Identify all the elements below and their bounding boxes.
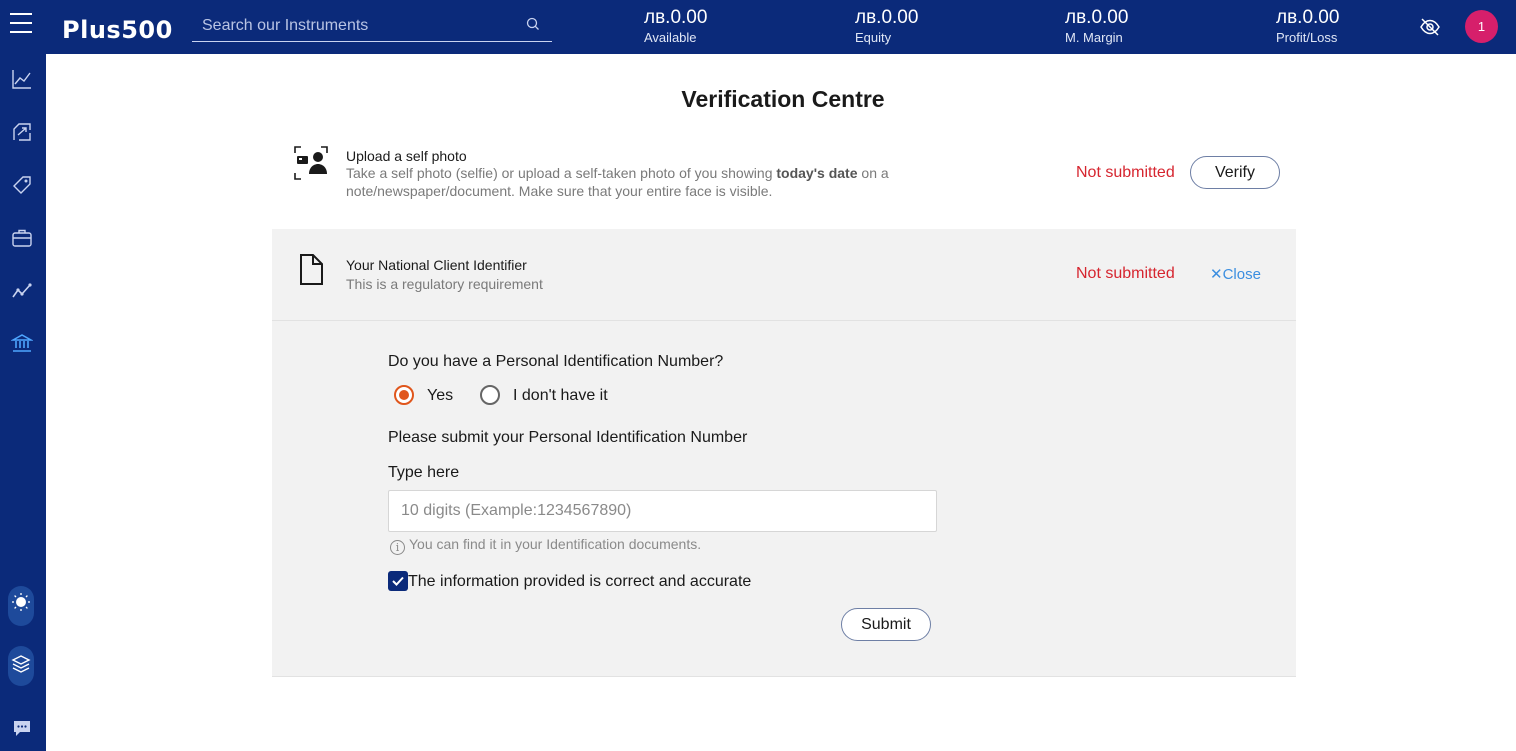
divider	[272, 320, 1296, 321]
nci-description: This is a regulatory requirement	[346, 276, 543, 292]
stat-label: Available	[644, 30, 697, 45]
confirm-label[interactable]: The information provided is correct and …	[408, 573, 751, 591]
stat-value: лв.0.00	[1276, 7, 1340, 28]
layers-icon	[11, 655, 31, 673]
stat-equity: лв.0.00 Equity	[855, 6, 918, 46]
swap-trade-icon[interactable]	[11, 121, 33, 143]
submit-button[interactable]: Submit	[841, 608, 931, 641]
close-icon: ✕	[1210, 266, 1223, 283]
stat-value: лв.0.00	[644, 7, 708, 28]
price-tag-icon[interactable]	[11, 174, 33, 196]
theme-toggle[interactable]	[8, 586, 34, 626]
trend-analysis-icon[interactable]	[11, 280, 33, 302]
field-label: Type here	[388, 464, 460, 481]
selfie-description: Take a self photo (selfie) or upload a s…	[346, 165, 889, 199]
bank-icon[interactable]	[11, 332, 33, 354]
hamburger-menu-icon[interactable]	[10, 13, 32, 33]
hide-values-eye-icon[interactable]	[1419, 16, 1441, 38]
stat-label: M. Margin	[1065, 30, 1123, 45]
layers-toggle[interactable]	[8, 646, 34, 686]
submit-prompt: Please submit your Personal Identificati…	[388, 429, 748, 446]
stat-margin: лв.0.00 M. Margin	[1065, 6, 1128, 46]
light-theme-icon	[12, 593, 30, 611]
close-label: Close	[1222, 266, 1261, 283]
radio-no-pin-label[interactable]: I don't have it	[513, 387, 608, 405]
pin-field	[388, 490, 937, 532]
stat-available: лв.0.00 Available	[644, 6, 707, 46]
info-icon: i	[390, 540, 405, 555]
sidebar	[0, 54, 46, 751]
nci-status: Not submitted	[1076, 265, 1175, 282]
notification-badge[interactable]: 1	[1465, 10, 1498, 43]
national-client-identifier-panel: Your National Client Identifier This is …	[272, 229, 1296, 677]
briefcase-icon[interactable]	[11, 227, 33, 249]
stat-label: Profit/Loss	[1276, 30, 1338, 45]
selfie-title: Upload a self photo	[346, 148, 467, 164]
close-link[interactable]: ✕Close	[1210, 265, 1261, 283]
radio-no-pin[interactable]	[480, 385, 500, 405]
selfie-status: Not submitted	[1076, 164, 1175, 181]
selfie-verification-row: Upload a self photo Take a self photo (s…	[272, 134, 1296, 228]
chat-icon[interactable]	[12, 718, 32, 738]
search-input[interactable]	[202, 15, 502, 37]
plus500-logo[interactable]: Plus500	[62, 10, 173, 44]
stat-label: Equity	[855, 30, 892, 45]
search-bar	[192, 9, 552, 42]
checkmark-icon	[392, 576, 404, 586]
pin-question: Do you have a Personal Identification Nu…	[388, 353, 724, 370]
radio-yes-label[interactable]: Yes	[427, 387, 453, 405]
page-title: Verification Centre	[681, 86, 885, 112]
nci-title: Your National Client Identifier	[346, 257, 527, 273]
selfie-id-icon	[294, 146, 328, 180]
top-bar: Plus500 лв.0.00 Available лв.0.00 Equity…	[0, 0, 1516, 54]
search-icon[interactable]	[526, 17, 540, 31]
verify-button[interactable]: Verify	[1190, 156, 1280, 189]
radio-yes[interactable]	[394, 385, 414, 405]
pin-hint: i You can find it in your Identification …	[390, 536, 701, 555]
pin-input[interactable]	[389, 491, 936, 531]
stat-value: лв.0.00	[855, 7, 919, 28]
document-icon	[300, 254, 323, 285]
stat-profit-loss: лв.0.00 Profit/Loss	[1276, 6, 1339, 46]
confirm-checkbox[interactable]	[388, 571, 408, 591]
stat-value: лв.0.00	[1065, 7, 1129, 28]
